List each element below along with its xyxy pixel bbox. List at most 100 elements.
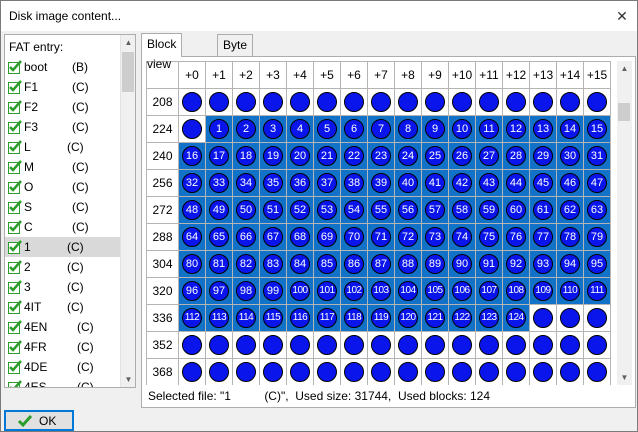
block-cell[interactable]: 76 (502, 223, 530, 251)
block-cell[interactable]: 101 (313, 277, 341, 305)
block-cell[interactable]: 50 (232, 196, 260, 224)
fat-list-item[interactable]: 4IT (C) (5, 297, 120, 317)
block-cell[interactable] (583, 88, 611, 116)
block-cell[interactable]: 33 (205, 169, 233, 197)
block-cell[interactable]: 57 (421, 196, 449, 224)
block-cell[interactable]: 37 (313, 169, 341, 197)
block-cell[interactable]: 79 (583, 223, 611, 251)
block-cell[interactable] (583, 304, 611, 332)
block-cell[interactable]: 65 (205, 223, 233, 251)
block-cell[interactable] (529, 304, 557, 332)
block-cell[interactable] (313, 358, 341, 385)
block-cell[interactable]: 24 (394, 142, 422, 170)
block-cell[interactable]: 48 (178, 196, 206, 224)
block-cell[interactable]: 31 (583, 142, 611, 170)
block-cell[interactable]: 53 (313, 196, 341, 224)
block-cell[interactable]: 110 (556, 277, 584, 305)
block-cell[interactable] (475, 88, 503, 116)
block-cell[interactable]: 80 (178, 250, 206, 278)
block-cell[interactable] (178, 331, 206, 359)
block-cell[interactable]: 122 (448, 304, 476, 332)
fat-list-item[interactable]: 4DE (C) (5, 357, 120, 377)
block-cell[interactable]: 12 (502, 115, 530, 143)
block-cell[interactable] (205, 331, 233, 359)
scroll-down-icon[interactable]: ▼ (121, 372, 136, 387)
block-cell[interactable]: 108 (502, 277, 530, 305)
block-cell[interactable] (367, 88, 395, 116)
block-cell[interactable]: 18 (232, 142, 260, 170)
block-cell[interactable]: 69 (313, 223, 341, 251)
block-cell[interactable] (232, 331, 260, 359)
block-cell[interactable]: 13 (529, 115, 557, 143)
tab-block-view[interactable]: Block view (141, 33, 183, 71)
block-cell[interactable]: 105 (421, 277, 449, 305)
block-cell[interactable] (502, 358, 530, 385)
block-cell[interactable]: 92 (502, 250, 530, 278)
block-cell[interactable]: 20 (286, 142, 314, 170)
fat-list-item[interactable]: M (C) (5, 157, 120, 177)
fat-list-item[interactable]: 4EN (C) (5, 317, 120, 337)
block-cell[interactable]: 23 (367, 142, 395, 170)
block-cell[interactable]: 21 (313, 142, 341, 170)
block-cell[interactable] (286, 331, 314, 359)
block-cell[interactable]: 64 (178, 223, 206, 251)
close-icon[interactable]: ✕ (613, 7, 631, 25)
block-cell[interactable] (583, 331, 611, 359)
block-cell[interactable] (340, 331, 368, 359)
block-cell[interactable]: 89 (421, 250, 449, 278)
block-cell[interactable] (583, 358, 611, 385)
block-cell[interactable]: 90 (448, 250, 476, 278)
block-cell[interactable]: 75 (475, 223, 503, 251)
block-cell[interactable] (421, 88, 449, 116)
block-cell[interactable]: 15 (583, 115, 611, 143)
block-cell[interactable] (205, 358, 233, 385)
fat-list-item[interactable]: 1 (C) (5, 237, 120, 257)
block-cell[interactable]: 93 (529, 250, 557, 278)
block-cell[interactable]: 22 (340, 142, 368, 170)
block-cell[interactable]: 10 (448, 115, 476, 143)
block-cell[interactable] (448, 358, 476, 385)
block-cell[interactable]: 17 (205, 142, 233, 170)
block-cell[interactable]: 107 (475, 277, 503, 305)
block-cell[interactable]: 63 (583, 196, 611, 224)
block-cell[interactable] (259, 88, 287, 116)
block-cell[interactable]: 54 (340, 196, 368, 224)
scroll-up-icon[interactable]: ▲ (121, 35, 136, 50)
block-cell[interactable] (529, 358, 557, 385)
block-cell[interactable] (448, 88, 476, 116)
block-cell[interactable]: 123 (475, 304, 503, 332)
block-cell[interactable] (502, 88, 530, 116)
scroll-up-icon[interactable]: ▲ (617, 61, 632, 76)
block-cell[interactable] (394, 88, 422, 116)
block-cell[interactable]: 41 (421, 169, 449, 197)
tab-byte-view[interactable]: Byte view (217, 34, 254, 72)
fat-list-item[interactable]: F2 (C) (5, 97, 120, 117)
block-cell[interactable] (205, 88, 233, 116)
block-cell[interactable]: 120 (394, 304, 422, 332)
block-cell[interactable]: 77 (529, 223, 557, 251)
block-cell[interactable]: 113 (205, 304, 233, 332)
block-cell[interactable]: 66 (232, 223, 260, 251)
fat-list-item[interactable]: boot (B) (5, 57, 120, 77)
block-cell[interactable]: 61 (529, 196, 557, 224)
block-cell[interactable]: 103 (367, 277, 395, 305)
block-cell[interactable] (340, 88, 368, 116)
block-cell[interactable]: 62 (556, 196, 584, 224)
fat-entry-list[interactable]: boot (B) F1 (C) F2 (C) F3 (C) L (C) M (C) O (C) S (C) C (… (5, 57, 120, 387)
block-cell[interactable]: 87 (367, 250, 395, 278)
block-cell[interactable]: 60 (502, 196, 530, 224)
block-cell[interactable]: 43 (475, 169, 503, 197)
block-cell[interactable] (313, 88, 341, 116)
block-cell[interactable]: 117 (313, 304, 341, 332)
block-cell[interactable]: 3 (259, 115, 287, 143)
fat-list-item[interactable]: 4ES (C) (5, 377, 120, 387)
block-cell[interactable] (529, 331, 557, 359)
block-cell[interactable] (367, 331, 395, 359)
block-cell[interactable]: 109 (529, 277, 557, 305)
block-cell[interactable]: 44 (502, 169, 530, 197)
block-cell[interactable]: 99 (259, 277, 287, 305)
block-cell[interactable]: 114 (232, 304, 260, 332)
block-cell[interactable] (367, 358, 395, 385)
block-cell[interactable]: 121 (421, 304, 449, 332)
block-cell[interactable] (502, 331, 530, 359)
